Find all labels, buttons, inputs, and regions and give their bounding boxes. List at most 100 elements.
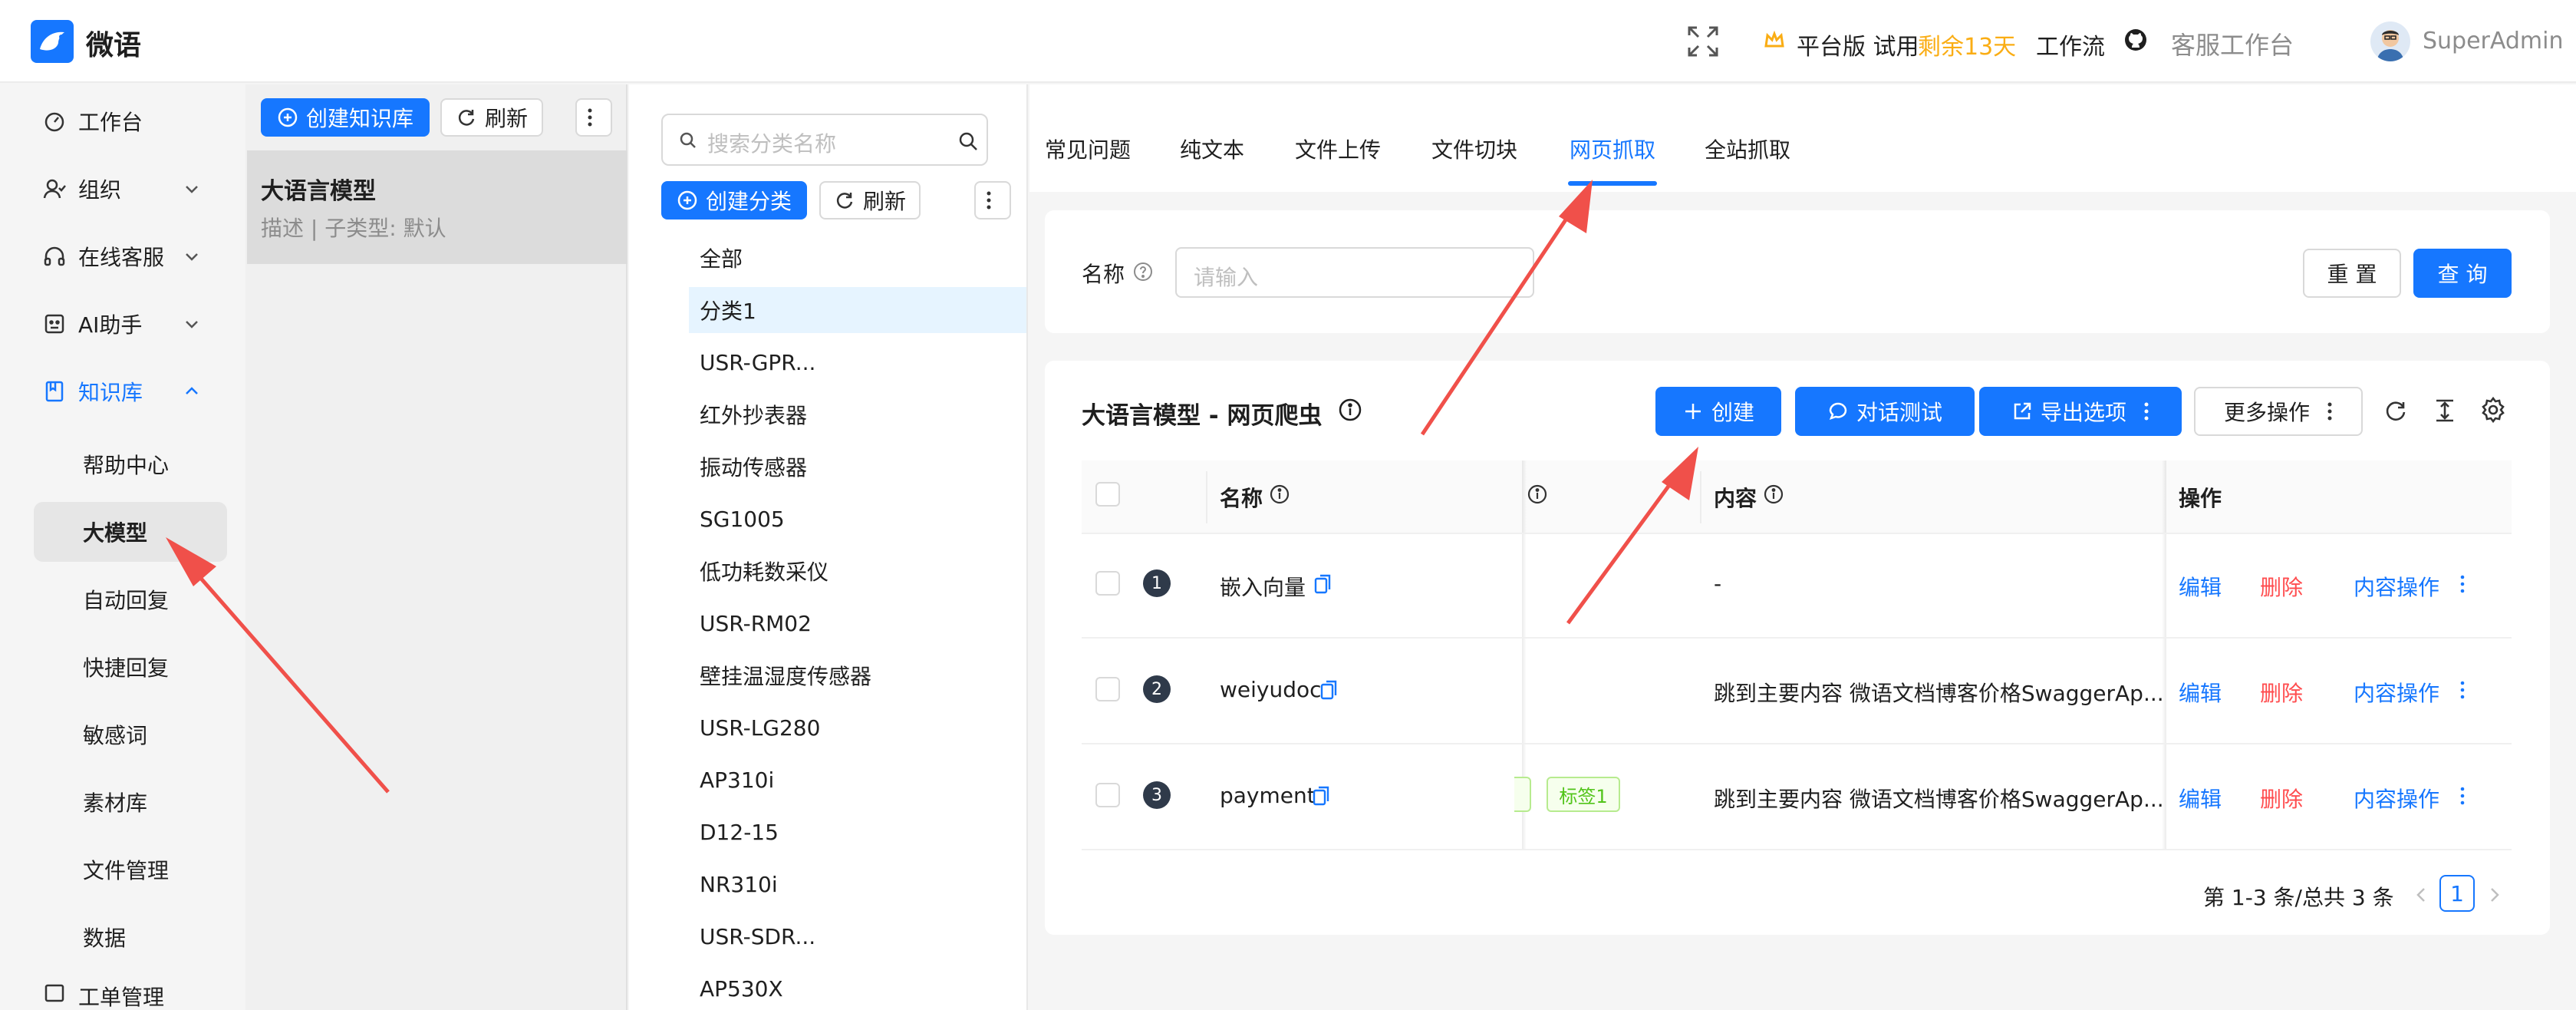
category-item[interactable]: USR-GPR... <box>689 339 1026 385</box>
row-checkbox[interactable] <box>1095 677 1120 701</box>
refresh-category-button[interactable]: 刷新 <box>819 181 921 219</box>
pagination-page-current[interactable]: 1 <box>2439 875 2475 912</box>
category-item[interactable]: 红外抄表器 <box>689 391 1026 437</box>
sidebar-item-organization[interactable]: 组织 <box>0 158 244 219</box>
content-actions-link[interactable]: 内容操作 <box>2354 571 2439 602</box>
headset-icon <box>43 245 66 268</box>
category-item-label: AP310i <box>700 767 775 793</box>
category-item[interactable]: D12-15 <box>689 809 1026 855</box>
table-title: 大语言模型 - 网页爬虫 <box>1082 402 1323 430</box>
category-item[interactable]: 壁挂温湿度传感器 <box>689 652 1026 698</box>
sidebar-item-knowledge-base[interactable]: 知识库 <box>0 361 244 422</box>
info-icon[interactable] <box>1527 484 1548 510</box>
workflow-link[interactable]: 工作流 <box>2036 28 2105 61</box>
username[interactable]: SuperAdmin <box>2423 28 2564 54</box>
category-item[interactable]: NR310i <box>689 861 1026 907</box>
sidebar-subitem-quick-reply[interactable]: 快捷回复 <box>34 637 227 697</box>
name-filter-input[interactable]: 请输入 <box>1175 247 1534 298</box>
category-item[interactable]: 全部 <box>689 235 1026 281</box>
row-checkbox[interactable] <box>1095 571 1120 596</box>
more-vertical-icon[interactable] <box>2459 680 2466 705</box>
fullscreen-icon[interactable] <box>1686 25 1720 64</box>
reset-button[interactable]: 重 置 <box>2303 249 2401 298</box>
search-icon[interactable] <box>957 130 979 152</box>
refresh-kb-button[interactable]: 刷新 <box>440 98 543 137</box>
sidebar-item-ai-assistant[interactable]: AI助手 <box>0 293 244 355</box>
column-height-icon[interactable] <box>2432 398 2458 429</box>
category-item-selected[interactable]: 分类1 <box>689 287 1026 333</box>
sidebar-subitem-sensitive-words[interactable]: 敏感词 <box>34 705 227 764</box>
row-name: weiyudoc <box>1220 677 1322 702</box>
chevron-right-icon[interactable] <box>2484 883 2505 913</box>
query-button[interactable]: 查 询 <box>2413 249 2512 298</box>
sidebar-item-dashboard[interactable]: 工作台 <box>0 91 244 152</box>
kb-more-button[interactable] <box>575 98 612 137</box>
create-button[interactable]: 创建 <box>1655 387 1781 436</box>
content-actions-link[interactable]: 内容操作 <box>2354 677 2439 708</box>
copy-icon[interactable] <box>1319 678 1339 707</box>
kb-list-item-selected[interactable] <box>247 150 628 264</box>
sidebar-item-online-service[interactable]: 在线客服 <box>0 226 244 287</box>
sidebar-subitem-data[interactable]: 数据 <box>34 907 227 967</box>
export-options-button[interactable]: 导出选项 <box>1979 387 2182 436</box>
settings-gear-icon[interactable] <box>2479 396 2507 429</box>
category-item[interactable]: USR-LG280 <box>689 705 1026 751</box>
sidebar-subitem-auto-reply[interactable]: 自动回复 <box>34 569 227 629</box>
github-icon[interactable] <box>2123 28 2148 58</box>
category-more-button[interactable] <box>974 181 1011 219</box>
reload-icon[interactable] <box>2383 398 2409 429</box>
category-item[interactable]: 振动传感器 <box>689 444 1026 490</box>
sidebar-subitem-help-center[interactable]: 帮助中心 <box>34 434 227 494</box>
sidebar-item-tickets[interactable]: 工单管理 <box>0 981 244 1010</box>
copy-icon[interactable] <box>1312 784 1332 813</box>
delete-link[interactable]: 删除 <box>2260 783 2303 814</box>
tab-site-crawl[interactable]: 全站抓取 <box>1705 134 1790 164</box>
app-logo-icon[interactable] <box>31 20 74 63</box>
sidebar-subitem-file-management[interactable]: 文件管理 <box>34 840 227 899</box>
edit-link[interactable]: 编辑 <box>2179 571 2222 602</box>
trial-remaining[interactable]: 剩余13天 <box>1918 28 2016 61</box>
category-item[interactable]: AP530X <box>689 965 1026 1010</box>
crown-icon <box>1763 29 1786 58</box>
info-icon[interactable] <box>1338 398 1362 427</box>
more-vertical-icon[interactable] <box>2459 786 2466 811</box>
app-name[interactable]: 微语 <box>86 23 141 63</box>
select-all-checkbox[interactable] <box>1095 482 1120 507</box>
user-group-icon <box>43 177 66 200</box>
tab-file-chunk[interactable]: 文件切块 <box>1431 134 1517 164</box>
robot-icon <box>43 312 66 335</box>
category-item[interactable]: USR-SDR... <box>689 913 1026 959</box>
more-vertical-icon[interactable] <box>2459 574 2466 599</box>
delete-link[interactable]: 删除 <box>2260 571 2303 602</box>
create-category-button[interactable]: 创建分类 <box>661 181 807 219</box>
sidebar-subitem-llm[interactable]: 大模型 <box>34 502 227 562</box>
info-icon[interactable] <box>1269 484 1290 510</box>
help-circle-icon[interactable] <box>1132 261 1154 288</box>
service-desk-link[interactable]: 客服工作台 <box>2171 26 2294 61</box>
more-actions-button[interactable]: 更多操作 <box>2194 387 2363 436</box>
tab-plain-text[interactable]: 纯文本 <box>1180 134 1244 164</box>
create-knowledge-base-button[interactable]: 创建知识库 <box>261 98 430 137</box>
category-item[interactable]: 低功耗数采仪 <box>689 548 1026 594</box>
sidebar-subitem-assets[interactable]: 素材库 <box>34 772 227 832</box>
category-search-input[interactable]: 搜索分类名称 <box>661 114 988 166</box>
tab-file-upload[interactable]: 文件上传 <box>1295 134 1381 164</box>
more-vertical-icon <box>987 191 991 210</box>
chevron-left-icon[interactable] <box>2410 883 2432 913</box>
category-item[interactable]: SG1005 <box>689 496 1026 542</box>
chat-test-button[interactable]: 对话测试 <box>1795 387 1975 436</box>
active-tab-indicator <box>1568 181 1657 186</box>
category-item-label: NR310i <box>700 871 778 897</box>
edit-link[interactable]: 编辑 <box>2179 677 2222 708</box>
delete-link[interactable]: 删除 <box>2260 677 2303 708</box>
tab-faq[interactable]: 常见问题 <box>1045 134 1131 164</box>
row-checkbox[interactable] <box>1095 783 1120 807</box>
category-item[interactable]: AP310i <box>689 757 1026 803</box>
edit-link[interactable]: 编辑 <box>2179 783 2222 814</box>
info-icon[interactable] <box>1763 484 1784 510</box>
avatar[interactable] <box>2370 21 2410 61</box>
tab-web-crawl[interactable]: 网页抓取 <box>1570 134 1655 164</box>
copy-icon[interactable] <box>1313 573 1333 601</box>
content-actions-link[interactable]: 内容操作 <box>2354 783 2439 814</box>
category-item[interactable]: USR-RM02 <box>689 600 1026 646</box>
